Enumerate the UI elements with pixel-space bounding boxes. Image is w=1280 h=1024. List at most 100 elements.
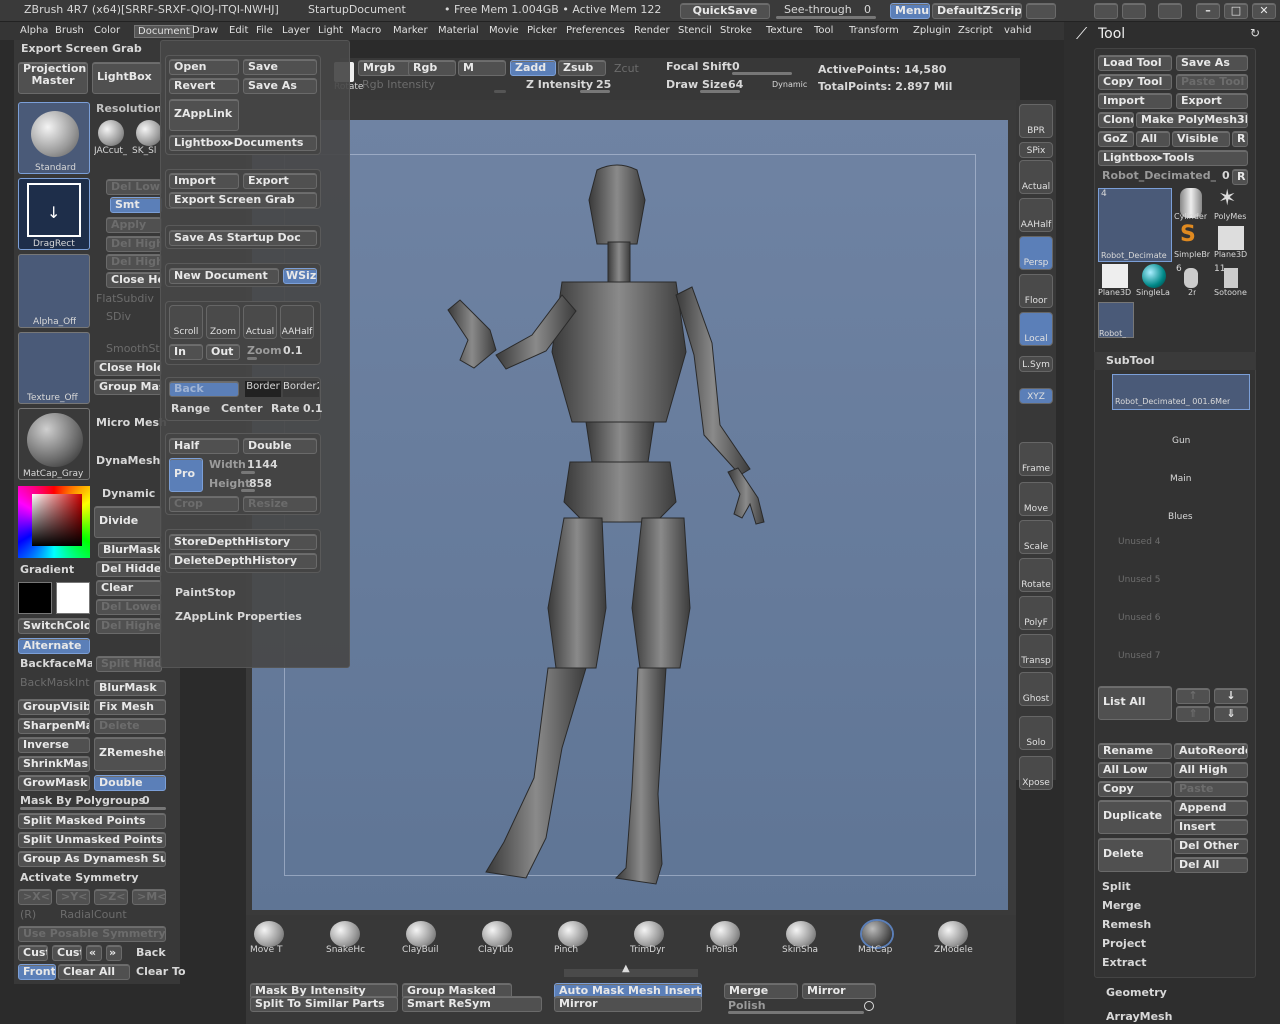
load-tool-button[interactable]: Load Tool xyxy=(1098,55,1172,71)
bpr-shelf-button[interactable]: BPR xyxy=(1019,104,1053,138)
polyf-shelf-button[interactable]: PolyF xyxy=(1019,596,1053,630)
document-canvas[interactable] xyxy=(252,120,1008,910)
close-holes-small-button[interactable]: Close Hol xyxy=(106,272,162,288)
refresh-icon[interactable]: ↻ xyxy=(1250,26,1260,40)
copy-tool-button[interactable]: Copy Tool xyxy=(1098,74,1172,90)
zoom-slider[interactable] xyxy=(247,357,257,360)
menu-stroke[interactable]: Stroke xyxy=(720,25,752,36)
move-up-icon[interactable]: ↑ xyxy=(1176,688,1210,704)
scroll-icon[interactable]: Scroll xyxy=(169,305,203,339)
pinch-brush-icon[interactable] xyxy=(558,921,588,947)
height-slider[interactable] xyxy=(241,489,255,492)
merge-button[interactable]: Merge xyxy=(724,983,798,999)
blurmask-2-button[interactable]: BlurMask xyxy=(94,680,166,696)
bottom-collapse-handle[interactable]: ▲ xyxy=(564,963,698,977)
split-hidden-button[interactable]: Split Hidden xyxy=(96,656,162,672)
back-color-button[interactable]: Back xyxy=(169,381,239,397)
append-button[interactable]: Append xyxy=(1174,800,1248,816)
move-shelf-button[interactable]: Move xyxy=(1019,482,1053,516)
revert-button[interactable]: Revert xyxy=(169,78,239,94)
switchcolor-button[interactable]: SwitchColor xyxy=(18,618,90,634)
duplicate-button[interactable]: Duplicate xyxy=(1098,800,1172,834)
dynamic-label[interactable]: Dynamic xyxy=(102,487,155,500)
close-holes-button[interactable]: Close Holes xyxy=(94,360,162,376)
use-posable-button[interactable]: Use Posable Symmetry xyxy=(18,926,166,942)
copy-subtool-button[interactable]: Copy xyxy=(1098,781,1172,797)
xpose-shelf-button[interactable]: Xpose xyxy=(1019,756,1053,790)
arrows-right-icon[interactable]: » xyxy=(106,945,122,961)
menu-light[interactable]: Light xyxy=(318,25,343,36)
group-dynamesh-button[interactable]: Group As Dynamesh Sub xyxy=(18,851,166,867)
projection-master-button[interactable]: Projection Master xyxy=(18,62,88,94)
apply-button[interactable]: Apply xyxy=(106,217,162,233)
menu-stencil[interactable]: Stencil xyxy=(678,25,712,36)
store-depth-button[interactable]: StoreDepthHistory xyxy=(169,534,317,550)
dynamic-size-label[interactable]: Dynamic xyxy=(772,80,807,89)
zremesher-button[interactable]: ZRemesher xyxy=(94,737,166,771)
menu-tool[interactable]: Tool xyxy=(814,25,833,36)
aahalf-shelf-button[interactable]: AAHalf xyxy=(1019,198,1053,232)
all-high-button[interactable]: All High xyxy=(1174,762,1248,778)
zoom-out-button[interactable]: Out xyxy=(206,344,240,360)
matcap-brush-icon[interactable] xyxy=(862,921,892,947)
clone-button[interactable]: Clone xyxy=(1098,112,1134,128)
subtool-item-active[interactable]: Robot_Decimated_ 001.6Mer xyxy=(1112,374,1250,410)
polish-slider[interactable] xyxy=(728,1011,864,1014)
menu-render[interactable]: Render xyxy=(634,25,670,36)
color-square[interactable] xyxy=(32,494,82,546)
jacut-icon[interactable] xyxy=(98,120,124,146)
lightbox-tools-button[interactable]: Lightbox▸Tools xyxy=(1098,150,1248,166)
sotoone-icon[interactable] xyxy=(1224,268,1238,288)
all-button[interactable]: All xyxy=(1136,131,1170,147)
scroll-arrows-icon[interactable] xyxy=(1026,3,1056,19)
zoom-in-button[interactable]: In xyxy=(169,344,203,360)
plane3d-2-icon[interactable] xyxy=(1102,264,1128,288)
new-document-button[interactable]: New Document xyxy=(169,268,279,284)
group-masks-button[interactable]: Group Masl xyxy=(94,379,162,395)
save-startup-button[interactable]: Save As Startup Doc xyxy=(169,230,317,246)
growmask-button[interactable]: GrowMask xyxy=(18,775,90,791)
activate-symmetry-label[interactable]: Activate Symmetry xyxy=(20,871,139,884)
claybuil-brush-icon[interactable] xyxy=(406,921,436,947)
sym-y-button[interactable]: >Y< xyxy=(56,889,90,905)
backfacemask-label[interactable]: BackfaceMas xyxy=(20,657,92,670)
menu-zscript[interactable]: Zscript xyxy=(958,25,993,36)
split-similar-button[interactable]: Split To Similar Parts xyxy=(250,996,398,1012)
sym-z-button[interactable]: >Z< xyxy=(94,889,128,905)
primary-color-swatch[interactable] xyxy=(56,582,90,614)
blurmask-button[interactable]: BlurMask xyxy=(98,542,162,558)
clear-all-button[interactable]: Clear All xyxy=(58,964,130,980)
subtool-unused-4[interactable]: Unused 4 xyxy=(1118,537,1161,547)
polymesh-star-icon[interactable]: ✶ xyxy=(1218,186,1236,211)
back-label[interactable]: Back xyxy=(136,946,166,959)
del-lower-button[interactable]: Del Lower xyxy=(106,179,162,195)
export-screen-grab-button[interactable]: Export Screen Grab xyxy=(169,192,317,208)
z-intensity-slider[interactable] xyxy=(580,90,610,93)
split-section[interactable]: Split xyxy=(1102,880,1131,893)
mirror-2-button[interactable]: Mirror xyxy=(554,996,702,1012)
import-tool-button[interactable]: Import xyxy=(1098,93,1172,109)
shrinkmask-button[interactable]: ShrinkMask xyxy=(18,756,90,772)
aahalf-icon[interactable]: AAHalf xyxy=(280,305,314,339)
insert-button[interactable]: Insert xyxy=(1174,819,1248,835)
alternate-button[interactable]: Alternate xyxy=(18,638,90,654)
split-masked-button[interactable]: Split Masked Points xyxy=(18,813,166,829)
mask-polygroups-slider[interactable] xyxy=(20,807,166,810)
minimize-icon[interactable]: – xyxy=(1196,3,1220,19)
transp-shelf-button[interactable]: Transp xyxy=(1019,634,1053,668)
zcut-label[interactable]: Zcut xyxy=(614,62,639,75)
radial-r-label[interactable]: (R) xyxy=(20,908,36,921)
paintstop-label[interactable]: PaintStop xyxy=(175,586,236,599)
goz-button[interactable]: GoZ xyxy=(1098,131,1134,147)
alpha-thumbnail[interactable]: Alpha_Off xyxy=(18,254,90,328)
del-lower-2-button[interactable]: Del Lower xyxy=(96,599,162,615)
clear-to-label[interactable]: Clear To xyxy=(136,965,186,978)
geometry-section[interactable]: Geometry xyxy=(1106,986,1167,999)
color-picker[interactable] xyxy=(18,486,90,558)
zadd-button[interactable]: Zadd xyxy=(510,60,556,76)
save-as-tool-button[interactable]: Save As xyxy=(1176,55,1248,71)
paste-tool-button[interactable]: Paste Tool xyxy=(1176,74,1248,90)
save-button[interactable]: Save xyxy=(243,59,317,75)
divide-button[interactable]: Divide xyxy=(94,506,162,538)
frame-shelf-button[interactable]: Frame xyxy=(1019,442,1053,476)
